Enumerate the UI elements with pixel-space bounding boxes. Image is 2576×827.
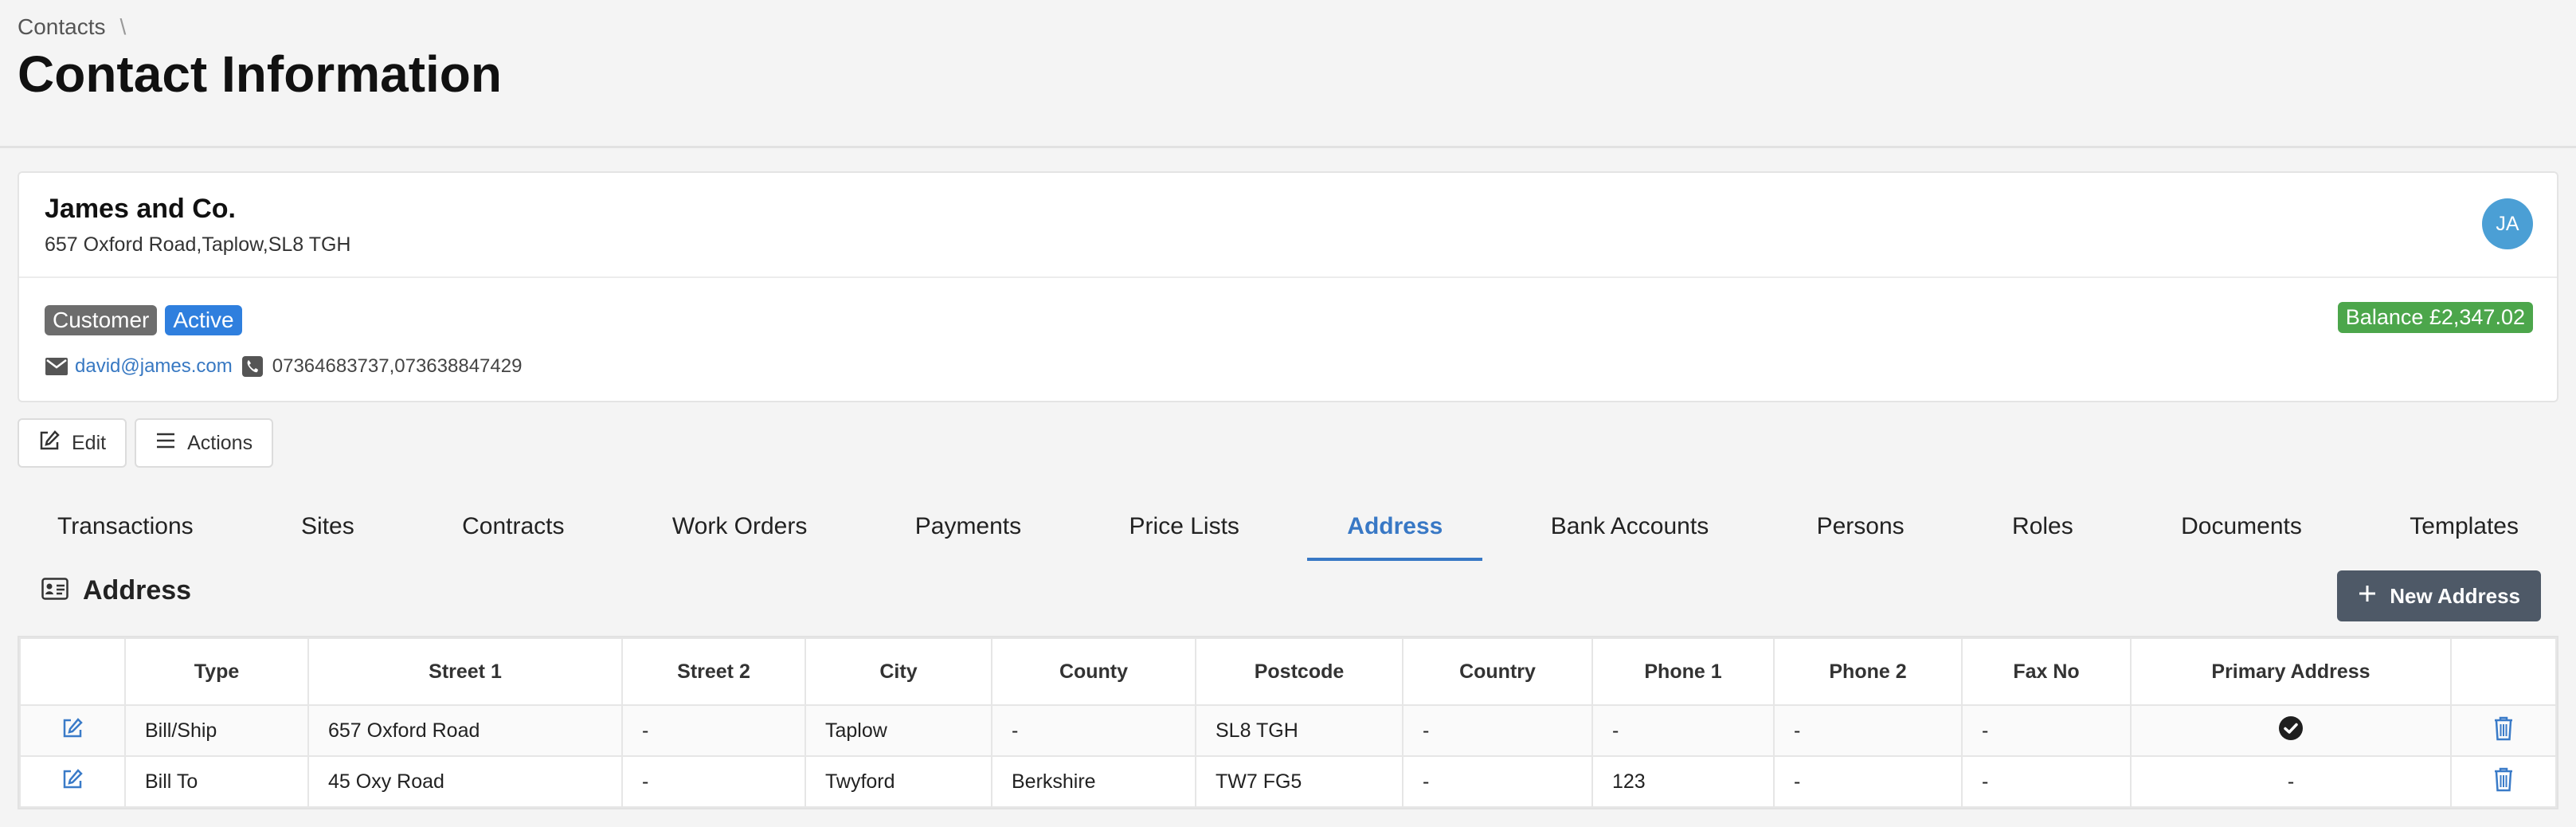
phone-icon bbox=[241, 355, 264, 378]
column-header-postcode[interactable]: Postcode bbox=[1195, 637, 1403, 706]
trash-icon[interactable] bbox=[2493, 767, 2514, 797]
page-header: Contacts \ Contact Information bbox=[18, 14, 502, 102]
row-delete-cell[interactable] bbox=[2450, 704, 2557, 757]
status-badge: Active bbox=[165, 305, 242, 335]
contact-card: James and Co. 657 Oxford Road,Taplow,SL8… bbox=[18, 171, 2558, 402]
tab-payments[interactable]: Payments bbox=[875, 502, 1061, 559]
contact-address: 657 Oxford Road,Taplow,SL8 TGH bbox=[45, 233, 351, 256]
cell-county: - bbox=[991, 704, 1196, 757]
balance-badge: Balance £2,347.02 bbox=[2337, 302, 2533, 333]
pencil-square-icon bbox=[38, 429, 61, 457]
cell-city: Taplow bbox=[805, 704, 992, 757]
contact-card-header: James and Co. 657 Oxford Road,Taplow,SL8… bbox=[19, 173, 2557, 278]
avatar[interactable]: JA bbox=[2482, 198, 2533, 249]
check-circle-icon bbox=[2278, 715, 2304, 746]
column-header-primary[interactable]: Primary Address bbox=[2130, 637, 2452, 706]
tab-price-lists[interactable]: Price Lists bbox=[1090, 502, 1279, 559]
address-table: Type Street 1 Street 2 City County Postc… bbox=[18, 636, 2558, 809]
cell-street2: - bbox=[621, 755, 806, 808]
edit-button[interactable]: Edit bbox=[18, 418, 127, 468]
cell-postcode: TW7 FG5 bbox=[1195, 755, 1403, 808]
column-header-type[interactable]: Type bbox=[124, 637, 309, 706]
tab-persons[interactable]: Persons bbox=[1777, 502, 1944, 559]
cell-phone2: - bbox=[1773, 755, 1963, 808]
customer-badge: Customer bbox=[45, 305, 158, 335]
column-header-city[interactable]: City bbox=[805, 637, 992, 706]
contact-toolbar: Edit Actions bbox=[18, 418, 274, 468]
address-section-title: Address bbox=[83, 575, 192, 606]
tab-sites[interactable]: Sites bbox=[261, 502, 394, 559]
cell-country: - bbox=[1402, 704, 1593, 757]
column-header-county[interactable]: County bbox=[991, 637, 1196, 706]
table-row: Bill/Ship 657 Oxford Road - Taplow - SL8… bbox=[19, 704, 2557, 757]
cell-phone2: - bbox=[1773, 704, 1963, 757]
cell-street2: - bbox=[621, 704, 806, 757]
tab-address[interactable]: Address bbox=[1307, 502, 1483, 561]
cell-postcode: SL8 TGH bbox=[1195, 704, 1403, 757]
header-divider bbox=[0, 146, 2576, 148]
cell-county: Berkshire bbox=[991, 755, 1196, 808]
id-card-icon bbox=[41, 578, 69, 604]
contact-badges: Customer Active bbox=[45, 305, 242, 335]
tab-roles[interactable]: Roles bbox=[1972, 502, 2113, 559]
page-title: Contact Information bbox=[18, 45, 502, 103]
cell-country: - bbox=[1402, 755, 1593, 808]
tab-contracts[interactable]: Contracts bbox=[422, 502, 604, 559]
cell-street1: 657 Oxford Road bbox=[307, 704, 623, 757]
row-edit-cell[interactable] bbox=[19, 755, 126, 808]
tab-work-orders[interactable]: Work Orders bbox=[632, 502, 847, 559]
row-edit-cell[interactable] bbox=[19, 704, 126, 757]
row-delete-cell[interactable] bbox=[2450, 755, 2557, 808]
cell-type: Bill To bbox=[124, 755, 309, 808]
contact-name: James and Co. bbox=[45, 194, 236, 224]
edit-button-label: Edit bbox=[72, 431, 107, 454]
column-header-country[interactable]: Country bbox=[1402, 637, 1593, 706]
pencil-square-icon[interactable] bbox=[61, 768, 84, 795]
cell-street1: 45 Oxy Road bbox=[307, 755, 623, 808]
tab-documents[interactable]: Documents bbox=[2141, 502, 2342, 559]
email-link[interactable]: david@james.com bbox=[75, 355, 233, 378]
trash-icon[interactable] bbox=[2493, 716, 2514, 746]
tab-transactions[interactable]: Transactions bbox=[18, 502, 233, 559]
envelope-icon bbox=[45, 355, 69, 378]
cell-fax: - bbox=[1961, 755, 2132, 808]
list-lines-icon bbox=[155, 432, 176, 455]
column-header-fax[interactable]: Fax No bbox=[1961, 637, 2132, 706]
cell-primary: - bbox=[2130, 755, 2452, 808]
cell-city: Twyford bbox=[805, 755, 992, 808]
breadcrumb-separator: \ bbox=[119, 14, 127, 39]
new-address-button[interactable]: New Address bbox=[2337, 570, 2541, 621]
cell-phone1: - bbox=[1591, 704, 1775, 757]
phone-numbers: 07364683737,073638847429 bbox=[272, 355, 523, 377]
column-header-phone1[interactable]: Phone 1 bbox=[1591, 637, 1775, 706]
new-address-label: New Address bbox=[2390, 583, 2520, 608]
cell-type: Bill/Ship bbox=[124, 704, 309, 757]
column-header-edit bbox=[19, 637, 126, 706]
column-header-street2[interactable]: Street 2 bbox=[621, 637, 806, 706]
column-header-delete bbox=[2450, 637, 2557, 706]
tab-bank-accounts[interactable]: Bank Accounts bbox=[1511, 502, 1748, 559]
column-header-street1[interactable]: Street 1 bbox=[307, 637, 623, 706]
breadcrumb: Contacts \ bbox=[18, 14, 502, 40]
cell-primary bbox=[2130, 704, 2452, 757]
table-row: Bill To 45 Oxy Road - Twyford Berkshire … bbox=[19, 755, 2557, 808]
address-section-header: Address bbox=[41, 575, 191, 606]
tab-templates[interactable]: Templates bbox=[2370, 502, 2558, 559]
actions-button-label: Actions bbox=[187, 431, 253, 454]
contact-tabs: Transactions Sites Contracts Work Orders… bbox=[18, 502, 2558, 561]
column-header-phone2[interactable]: Phone 2 bbox=[1773, 637, 1963, 706]
cell-phone1: 123 bbox=[1591, 755, 1775, 808]
actions-button[interactable]: Actions bbox=[135, 418, 274, 468]
table-header-row: Type Street 1 Street 2 City County Postc… bbox=[19, 637, 2557, 706]
plus-icon bbox=[2358, 584, 2377, 609]
contact-details: david@james.com 07364683737,073638847429 bbox=[45, 355, 522, 378]
cell-fax: - bbox=[1961, 704, 2132, 757]
pencil-square-icon[interactable] bbox=[61, 717, 84, 744]
breadcrumb-contacts-link[interactable]: Contacts bbox=[18, 14, 106, 40]
